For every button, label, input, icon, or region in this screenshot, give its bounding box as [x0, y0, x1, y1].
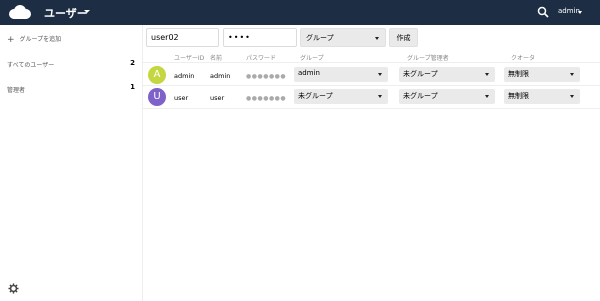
plus-icon: + [7, 35, 15, 45]
add-group-label: グループを追加 [19, 36, 62, 43]
password-input[interactable]: •••• [223, 28, 297, 47]
sidebar: + グループを追加 すべてのユーザー 2 管理者 1 [0, 25, 143, 301]
avatar: U [148, 88, 166, 106]
sidebar-item-all-users[interactable]: すべてのユーザー [7, 60, 54, 69]
column-header-quota: クオータ [511, 55, 536, 62]
chevron-down-icon [375, 37, 379, 40]
chevron-down-icon [570, 95, 574, 98]
group-admin-select[interactable]: 未グループ [399, 67, 495, 82]
chevron-down-icon [485, 95, 489, 98]
column-header-group: グループ [300, 55, 324, 62]
sidebar-item-label: 管理者 [7, 87, 26, 94]
group-admin-select-value: 未グループ [403, 92, 438, 100]
row-divider [143, 85, 600, 86]
group-admin-select[interactable]: 未グループ [399, 89, 495, 104]
column-header-user-id: ユーザーID [174, 55, 205, 62]
quota-select-value: 無制限 [508, 92, 529, 100]
gear-icon[interactable] [8, 283, 19, 294]
sidebar-item-count: 1 [130, 83, 135, 91]
username-input[interactable]: user02 [146, 28, 219, 47]
search-icon[interactable] [537, 6, 549, 18]
user-id-cell: user [174, 94, 189, 102]
app-menu-caret-icon[interactable] [84, 10, 90, 13]
group-admin-select-value: 未グループ [403, 70, 438, 78]
chevron-down-icon [378, 95, 382, 98]
group-select[interactable]: admin [294, 67, 388, 82]
avatar: A [148, 66, 166, 84]
row-divider [143, 108, 600, 109]
sidebar-item-label: すべてのユーザー [7, 62, 55, 69]
row-divider [143, 62, 600, 63]
group-select-value: admin [298, 69, 320, 77]
column-header-group-admin: グループ管理者 [407, 55, 449, 62]
display-name-cell[interactable]: admin [210, 72, 230, 80]
user-id-cell: admin [174, 72, 195, 80]
column-header-password: パスワード [246, 55, 277, 62]
user-menu[interactable]: admin [558, 7, 580, 15]
column-header-name: 名前 [210, 55, 223, 62]
chevron-down-icon [570, 73, 574, 76]
chevron-down-icon [485, 73, 489, 76]
sidebar-item-admins[interactable]: 管理者 [7, 85, 25, 94]
password-cell[interactable]: ●●●●●●● [246, 95, 286, 102]
quota-select[interactable]: 無制限 [504, 89, 580, 104]
password-cell[interactable]: ●●●●●●● [246, 73, 286, 80]
group-select[interactable]: 未グループ [294, 89, 388, 104]
group-select[interactable]: グループ [300, 28, 386, 47]
quota-select[interactable]: 無制限 [504, 67, 580, 82]
create-button[interactable]: 作成 [389, 28, 418, 47]
sidebar-item-count: 2 [130, 59, 135, 67]
add-group-button[interactable]: + グループを追加 [7, 34, 61, 45]
app-title[interactable]: ユーザー [44, 5, 88, 21]
group-select-value: グループ [306, 34, 334, 42]
group-select-value: 未グループ [298, 92, 333, 100]
chevron-down-icon [378, 73, 382, 76]
display-name-cell[interactable]: user [210, 94, 224, 102]
quota-select-value: 無制限 [508, 70, 529, 78]
top-header: ユーザー admin [0, 0, 600, 25]
owncloud-logo-icon[interactable] [6, 5, 34, 20]
user-menu-caret-icon[interactable] [578, 11, 582, 14]
